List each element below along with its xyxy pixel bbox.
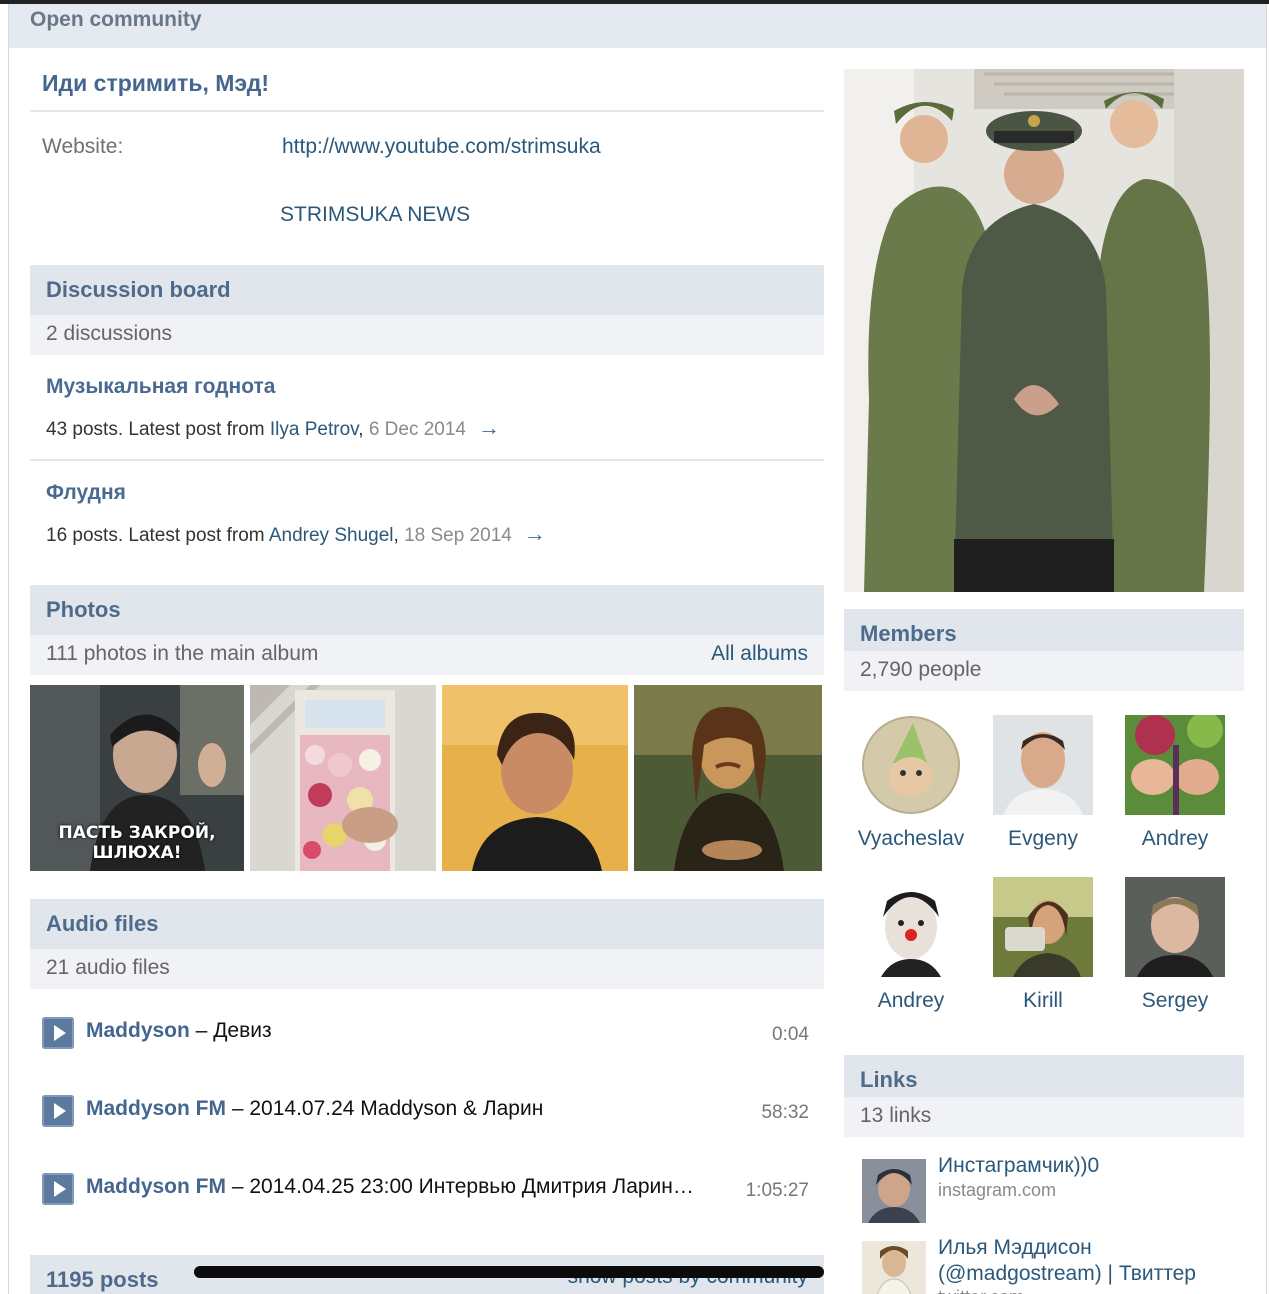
member-name[interactable]: Evgeny [978,827,1108,851]
members-count: 2,790 people [860,658,982,681]
discussion-meta: 16 posts. Latest post from Andrey Shugel… [46,521,546,546]
member-name[interactable]: Kirill [978,989,1108,1013]
all-albums-link[interactable]: All albums [711,642,808,666]
horizontal-scrollbar[interactable] [194,1266,824,1278]
audio-duration: 0:04 [772,1024,809,1045]
play-icon[interactable] [42,1095,74,1127]
avatar[interactable] [861,715,961,815]
discussion-date: 6 Dec 2014 [368,419,466,440]
link-title[interactable]: Инстаграмчик))0 [938,1153,1238,1179]
audio-duration: 1:05:27 [745,1180,809,1201]
audio-track[interactable]: Maddyson FM – 2014.04.25 23:00 Интервью … [86,1175,726,1199]
photos-count-bar: 111 photos in the main album All albums [30,635,824,675]
avatar-image [861,715,961,815]
community-cover-photo[interactable] [844,69,1244,592]
link-image [862,1159,926,1223]
photo-thumbnail[interactable] [250,685,436,871]
photos-header[interactable]: Photos [30,585,824,635]
avatar[interactable] [993,877,1093,977]
photos-count: 111 photos in the main album [46,642,319,665]
avatar-image [861,877,961,977]
photo-caption: ПАСТЬ ЗАКРОЙ, ШЛЮХА! [58,823,216,863]
community-page: Open community Иди стримить, Мэд! Websit… [8,4,1267,1294]
audio-title-text: – Девиз [189,1019,272,1042]
avatar-image [1125,877,1225,977]
audio-track[interactable]: Maddyson – Девиз [86,1019,726,1043]
member-item[interactable]: Kirill [978,877,1108,1013]
discussion-board-header[interactable]: Discussion board [30,265,824,315]
discussion-author-link[interactable]: Ilya Petrov [270,419,358,440]
discussion-meta-text: 43 posts. Latest post from [46,419,270,440]
discussion-title[interactable]: Музыкальная годнота [46,375,275,399]
link-thumbnail[interactable] [862,1241,926,1294]
discussion-date: 18 Sep 2014 [404,525,512,546]
discussion-meta-text: 16 posts. Latest post from [46,525,269,546]
audio-header[interactable]: Audio files [30,899,824,949]
audio-title: Audio files [46,911,159,936]
photos-title: Photos [46,597,121,622]
photo-thumbnail[interactable] [634,685,822,871]
posts-count: 1195 posts [46,1267,159,1292]
avatar-image [1125,715,1225,815]
photo-image [250,685,436,871]
member-name[interactable]: Vyacheslav [846,827,976,851]
member-item[interactable]: Andrey [846,877,976,1013]
community-title: Иди стримить, Мэд! [42,70,270,96]
cover-image [844,69,1244,592]
photo-image [634,685,822,871]
discussion-board-count-bar: 2 discussions [30,315,824,355]
member-item[interactable]: Sergey [1110,877,1240,1013]
avatar[interactable] [1125,877,1225,977]
arrow-right-icon[interactable]: → [524,521,546,546]
member-item[interactable]: Evgeny [978,715,1108,851]
discussion-board-title: Discussion board [46,277,231,302]
photo-image [442,685,628,871]
website-link[interactable]: http://www.youtube.com/strimsuka [282,135,601,159]
news-link[interactable]: STRIMSUKA NEWS [280,203,470,227]
member-item[interactable]: Andrey [1110,715,1240,851]
divider [30,110,824,112]
photo-thumbnail[interactable] [442,685,628,871]
divider [30,459,824,461]
community-type-bar: Open community [9,4,1266,48]
links-title: Links [860,1067,918,1092]
website-label: Website: [42,135,124,158]
discussion-meta: 43 posts. Latest post from Ilya Petrov, … [46,415,500,440]
avatar[interactable] [993,715,1093,815]
audio-artist[interactable]: Maddyson [86,1019,190,1042]
discussion-count: 2 discussions [46,322,173,345]
discussion-title[interactable]: Флудня [46,481,126,505]
audio-track[interactable]: Maddyson FM – 2014.07.24 Maddyson & Лари… [86,1097,726,1121]
link-title[interactable]: Илья Мэддисон (@madgostream) | Твиттер [938,1235,1258,1287]
members-count-bar: 2,790 people [844,651,1244,691]
audio-title-text: – 2014.04.25 23:00 Интервью Дмитрия Лари… [226,1175,694,1198]
avatar-image [993,715,1093,815]
link-domain: twitter.com [938,1287,1024,1294]
audio-title-text: – 2014.07.24 Maddyson & Ларин [226,1097,544,1120]
links-count-bar: 13 links [844,1097,1244,1137]
avatar[interactable] [861,877,961,977]
link-image [862,1241,926,1294]
avatar[interactable] [1125,715,1225,815]
avatar-image [993,877,1093,977]
member-item[interactable]: Vyacheslav [846,715,976,851]
link-domain: instagram.com [938,1180,1057,1200]
member-name[interactable]: Andrey [846,989,976,1013]
member-name[interactable]: Andrey [1110,827,1240,851]
audio-duration: 58:32 [761,1102,809,1123]
play-icon[interactable] [42,1017,74,1049]
play-icon[interactable] [42,1173,74,1205]
link-thumbnail[interactable] [862,1159,926,1223]
audio-artist[interactable]: Maddyson FM [86,1097,226,1120]
links-count: 13 links [860,1104,932,1127]
photo-thumbnail[interactable]: ПАСТЬ ЗАКРОЙ, ШЛЮХА! [30,685,244,871]
members-title: Members [860,621,957,646]
arrow-right-icon[interactable]: → [478,415,500,440]
audio-artist[interactable]: Maddyson FM [86,1175,226,1198]
audio-count: 21 audio files [46,956,170,979]
audio-count-bar: 21 audio files [30,949,824,989]
discussion-author-link[interactable]: Andrey Shugel [269,525,394,546]
community-type-label: Open community [30,8,202,31]
member-name[interactable]: Sergey [1110,989,1240,1013]
